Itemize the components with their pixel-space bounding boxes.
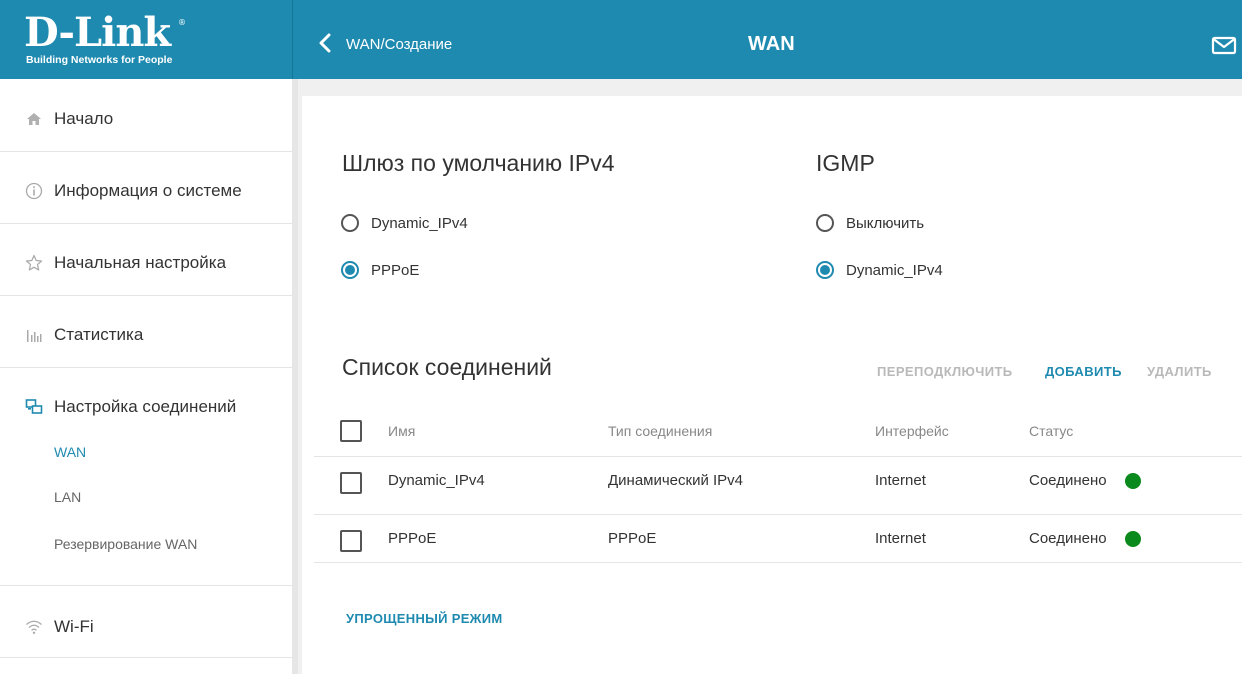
breadcrumb[interactable]: WAN/Создание <box>346 36 452 53</box>
stats-icon <box>24 325 44 345</box>
table-bottom-divider <box>314 562 1242 563</box>
radio-label: Dynamic_IPv4 <box>371 214 468 232</box>
sidebar-divider <box>0 585 292 586</box>
sidebar-item-statistics[interactable]: Статистика <box>0 320 292 350</box>
logo-text: D-Link <box>24 9 171 56</box>
radio-label: Выключить <box>846 214 925 232</box>
delete-button[interactable]: УДАЛИТЬ <box>1147 364 1212 379</box>
column-header-name[interactable]: Имя <box>388 423 415 439</box>
table-header-row: Имя Тип соединения Интерфейс Статус <box>314 408 1242 456</box>
chevron-left-icon[interactable] <box>318 33 332 53</box>
add-button[interactable]: ДОБАВИТЬ <box>1045 364 1122 379</box>
sidebar-item-label: Информация о системе <box>54 181 242 200</box>
table-row[interactable]: Dynamic_IPv4 Динамический IPv4 Internet … <box>314 456 1242 504</box>
reconnect-button[interactable]: ПЕРЕПОДКЛЮЧИТЬ <box>877 364 1013 379</box>
sidebar-subitem-wan[interactable]: WAN <box>54 444 86 460</box>
table-row[interactable]: PPPoE PPPoE Internet Соединено <box>314 514 1242 562</box>
sidebar-item-initial-setup[interactable]: Начальная настройка <box>0 248 292 278</box>
sidebar-item-wifi[interactable]: Wi-Fi <box>0 612 292 642</box>
radio-button[interactable] <box>816 214 834 232</box>
sidebar-divider <box>0 657 292 658</box>
connections-icon <box>24 397 44 417</box>
connection-type: PPPoE <box>608 530 657 547</box>
connection-interface: Internet <box>875 530 926 547</box>
header-divider <box>292 0 293 79</box>
info-icon <box>24 181 44 201</box>
sidebar-item-label: Статистика <box>54 325 144 344</box>
sidebar-divider <box>0 295 292 296</box>
simple-mode-link[interactable]: УПРОЩЕННЫЙ РЕЖИМ <box>346 611 502 626</box>
radio-label: Dynamic_IPv4 <box>846 261 943 279</box>
radio-button-checked[interactable] <box>816 261 834 279</box>
column-header-interface[interactable]: Интерфейс <box>875 423 949 439</box>
gateway-option-dynamic-ipv4[interactable]: Dynamic_IPv4 <box>341 214 468 232</box>
sidebar-subitem-wan-backup[interactable]: Резервирование WAN <box>54 536 197 552</box>
connection-interface: Internet <box>875 472 926 489</box>
main-card <box>302 96 1242 674</box>
logo-registered-mark: ® <box>178 18 186 27</box>
connection-name: Dynamic_IPv4 <box>388 472 485 489</box>
sidebar-subitem-lan[interactable]: LAN <box>54 489 81 505</box>
top-header: D-Link ® Building Networks for People WA… <box>0 0 1242 79</box>
radio-button[interactable] <box>341 214 359 232</box>
sidebar-divider <box>0 367 292 368</box>
connection-status: Соединено <box>1029 472 1107 489</box>
sidebar-item-label: Начальная настройка <box>54 253 227 272</box>
row-checkbox[interactable] <box>340 472 362 494</box>
igmp-option-off[interactable]: Выключить <box>816 214 924 232</box>
connection-type: Динамический IPv4 <box>608 472 744 489</box>
connections-section-title: Список соединений <box>342 354 552 380</box>
radio-label: PPPoE <box>371 261 420 279</box>
home-icon <box>24 109 44 129</box>
status-connected-icon <box>1125 531 1141 547</box>
select-all-checkbox[interactable] <box>340 420 362 442</box>
wifi-icon <box>24 617 44 637</box>
page-title: WAN <box>748 33 795 55</box>
connection-status: Соединено <box>1029 530 1107 547</box>
sidebar-item-label: Wi-Fi <box>54 617 94 636</box>
mail-icon[interactable] <box>1211 35 1237 55</box>
connection-name: PPPoE <box>388 530 437 547</box>
sidebar-item-system-info[interactable]: Информация о системе <box>0 176 292 206</box>
radio-button-checked[interactable] <box>341 261 359 279</box>
sidebar-item-label: Начало <box>54 109 114 128</box>
sidebar-item-label: Настройка соединений <box>54 397 237 416</box>
sidebar-divider <box>0 151 292 152</box>
star-icon <box>24 253 44 273</box>
column-header-status[interactable]: Статус <box>1029 423 1073 439</box>
gateway-option-pppoe[interactable]: PPPoE <box>341 261 419 279</box>
igmp-option-dynamic-ipv4[interactable]: Dynamic_IPv4 <box>816 261 943 279</box>
sidebar-divider <box>0 223 292 224</box>
sidebar-item-connections[interactable]: Настройка соединений <box>0 392 292 422</box>
logo-tagline: Building Networks for People <box>26 54 173 66</box>
igmp-section-title: IGMP <box>816 150 875 176</box>
column-header-type[interactable]: Тип соединения <box>608 423 712 439</box>
logo[interactable]: D-Link ® Building Networks for People <box>0 0 292 79</box>
gateway-section-title: Шлюз по умолчанию IPv4 <box>342 150 615 176</box>
status-connected-icon <box>1125 473 1141 489</box>
sidebar-item-home[interactable]: Начало <box>0 104 292 134</box>
row-checkbox[interactable] <box>340 530 362 552</box>
